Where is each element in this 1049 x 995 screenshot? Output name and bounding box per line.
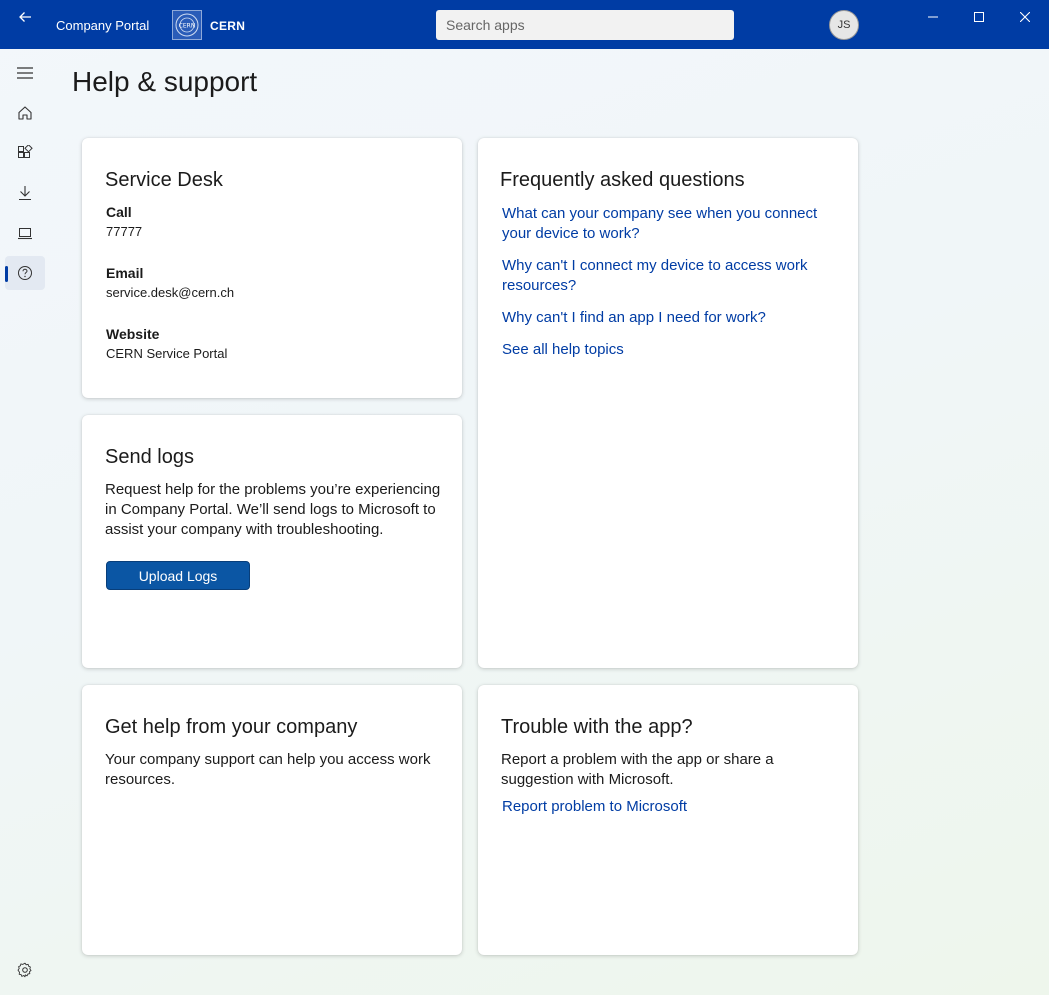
minimize-icon bbox=[928, 16, 938, 18]
trouble-description: Report a problem with the app or share a… bbox=[501, 751, 774, 788]
faq-link-all-topics[interactable]: See all help topics bbox=[502, 340, 832, 360]
send-logs-title: Send logs bbox=[105, 446, 194, 468]
call-label: Call bbox=[106, 204, 132, 220]
service-desk-title: Service Desk bbox=[105, 169, 223, 191]
send-logs-description: Request help for the problems you’re exp… bbox=[105, 481, 441, 538]
back-arrow-icon bbox=[19, 12, 31, 22]
hamburger-icon bbox=[17, 67, 33, 79]
maximize-icon bbox=[974, 12, 984, 22]
laptop-icon bbox=[18, 228, 32, 240]
cern-logo-icon: CERN bbox=[175, 13, 199, 37]
help-icon bbox=[18, 266, 32, 280]
sidebar-item-home[interactable] bbox=[5, 96, 45, 130]
call-value: 77777 bbox=[106, 224, 143, 239]
home-icon bbox=[18, 106, 32, 120]
faq-link-company-see[interactable]: What can your company see when you conne… bbox=[502, 204, 832, 244]
close-button[interactable] bbox=[1002, 0, 1048, 34]
gear-icon bbox=[17, 962, 32, 978]
title-bar: Company Portal CERN CERN JS bbox=[0, 0, 1049, 49]
org-name: CERN bbox=[210, 19, 246, 33]
company-help-description: Your company support can help you access… bbox=[105, 751, 431, 788]
upload-logs-button[interactable]: Upload Logs bbox=[106, 561, 250, 590]
email-value: service.desk@cern.ch bbox=[106, 285, 235, 300]
back-button[interactable] bbox=[10, 8, 40, 26]
org-logo: CERN bbox=[172, 10, 202, 40]
sidebar-item-devices[interactable] bbox=[5, 216, 45, 250]
sidebar-item-help[interactable] bbox=[5, 256, 45, 290]
website-label: Website bbox=[106, 326, 160, 342]
report-problem-link[interactable]: Report problem to Microsoft bbox=[502, 797, 832, 817]
trouble-card: Trouble with the app? Report a problem w… bbox=[478, 685, 858, 955]
faq-link-connect-device[interactable]: Why can't I connect my device to access … bbox=[502, 256, 832, 296]
minimize-button[interactable] bbox=[910, 0, 956, 34]
download-icon bbox=[19, 186, 31, 201]
sidebar bbox=[0, 49, 50, 995]
website-value: CERN Service Portal bbox=[106, 346, 228, 361]
settings-button[interactable] bbox=[10, 958, 40, 982]
apps-icon bbox=[18, 145, 33, 158]
close-icon bbox=[1020, 12, 1030, 22]
search-input[interactable] bbox=[436, 10, 734, 40]
app-title: Company Portal bbox=[56, 18, 150, 33]
sidebar-item-apps[interactable] bbox=[5, 136, 45, 170]
company-help-title: Get help from your company bbox=[105, 716, 358, 738]
faq-title: Frequently asked questions bbox=[500, 169, 745, 191]
avatar[interactable]: JS bbox=[829, 10, 859, 40]
maximize-button[interactable] bbox=[956, 0, 1002, 34]
company-help-card: Get help from your company Your company … bbox=[82, 685, 462, 955]
trouble-title: Trouble with the app? bbox=[501, 716, 693, 738]
send-logs-card: Send logs Request help for the problems … bbox=[82, 415, 462, 668]
email-label: Email bbox=[106, 265, 144, 281]
faq-link-find-app[interactable]: Why can't I find an app I need for work? bbox=[502, 308, 832, 328]
faq-card: Frequently asked questions What can your… bbox=[478, 138, 858, 668]
service-desk-card: Service Desk Call 77777 Email service.de… bbox=[82, 138, 462, 398]
page-title: Help & support bbox=[72, 66, 258, 97]
svg-text:CERN: CERN bbox=[179, 23, 196, 30]
sidebar-item-menu[interactable] bbox=[5, 56, 45, 90]
sidebar-item-downloads[interactable] bbox=[5, 176, 45, 210]
